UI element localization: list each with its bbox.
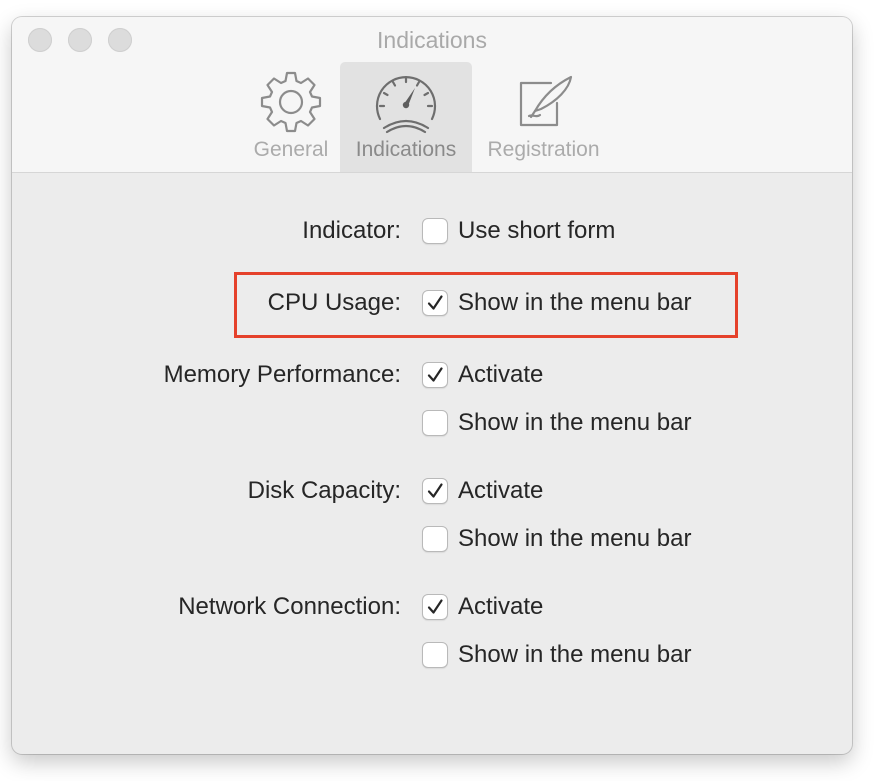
- disk-activate-text[interactable]: Activate: [458, 475, 543, 507]
- pen-on-paper-icon: [476, 69, 611, 135]
- tab-indications-label: Indications: [355, 138, 457, 161]
- disk-show-in-menu-bar-checkbox[interactable]: [422, 526, 448, 552]
- checkmark-icon: [427, 599, 443, 614]
- memory-show-in-menu-bar-checkbox[interactable]: [422, 410, 448, 436]
- gear-icon: [246, 69, 336, 135]
- disk-capacity-label: Disk Capacity:: [247, 477, 401, 504]
- disk-activate-checkbox[interactable]: [422, 478, 448, 504]
- use-short-form-checkbox[interactable]: [422, 218, 448, 244]
- memory-activate-checkbox[interactable]: [422, 362, 448, 388]
- tab-registration[interactable]: Registration: [476, 62, 611, 172]
- disk-capacity-row: Disk Capacity: Activate: [12, 475, 852, 507]
- tab-general[interactable]: General: [246, 62, 336, 172]
- memory-performance-row: Memory Performance: Activate: [12, 359, 852, 391]
- memory-activate-text[interactable]: Activate: [458, 359, 543, 391]
- network-show-in-menu-bar-checkbox[interactable]: [422, 642, 448, 668]
- indications-pane: Indicator: Use short form CPU Usage: Sho…: [12, 173, 852, 754]
- tab-registration-label: Registration: [487, 138, 600, 161]
- network-show-in-menu-bar-text[interactable]: Show in the menu bar: [458, 639, 691, 671]
- title-toolbar: Indications General Indications Registra…: [12, 17, 852, 173]
- indicator-label: Indicator:: [302, 217, 401, 244]
- checkmark-icon: [427, 367, 443, 382]
- indicator-row: Indicator: Use short form: [12, 215, 852, 247]
- tab-indications[interactable]: Indications: [340, 62, 472, 172]
- memory-menu-bar-row: Show in the menu bar: [12, 407, 852, 439]
- memory-performance-label: Memory Performance:: [163, 361, 401, 388]
- disk-menu-bar-row: Show in the menu bar: [12, 523, 852, 555]
- memory-show-in-menu-bar-text[interactable]: Show in the menu bar: [458, 407, 691, 439]
- preferences-window: Indications General Indications Registra…: [12, 17, 852, 754]
- cpu-usage-highlight-box: [234, 272, 738, 338]
- disk-show-in-menu-bar-text[interactable]: Show in the menu bar: [458, 523, 691, 555]
- network-connection-row: Network Connection: Activate: [12, 591, 852, 623]
- checkmark-icon: [427, 483, 443, 498]
- use-short-form-text[interactable]: Use short form: [458, 215, 615, 247]
- speedometer-icon: [340, 69, 472, 135]
- network-activate-text[interactable]: Activate: [458, 591, 543, 623]
- network-connection-label: Network Connection:: [178, 593, 401, 620]
- network-menu-bar-row: Show in the menu bar: [12, 639, 852, 671]
- window-title: Indications: [377, 27, 487, 53]
- tab-general-label: General: [253, 138, 329, 161]
- network-activate-checkbox[interactable]: [422, 594, 448, 620]
